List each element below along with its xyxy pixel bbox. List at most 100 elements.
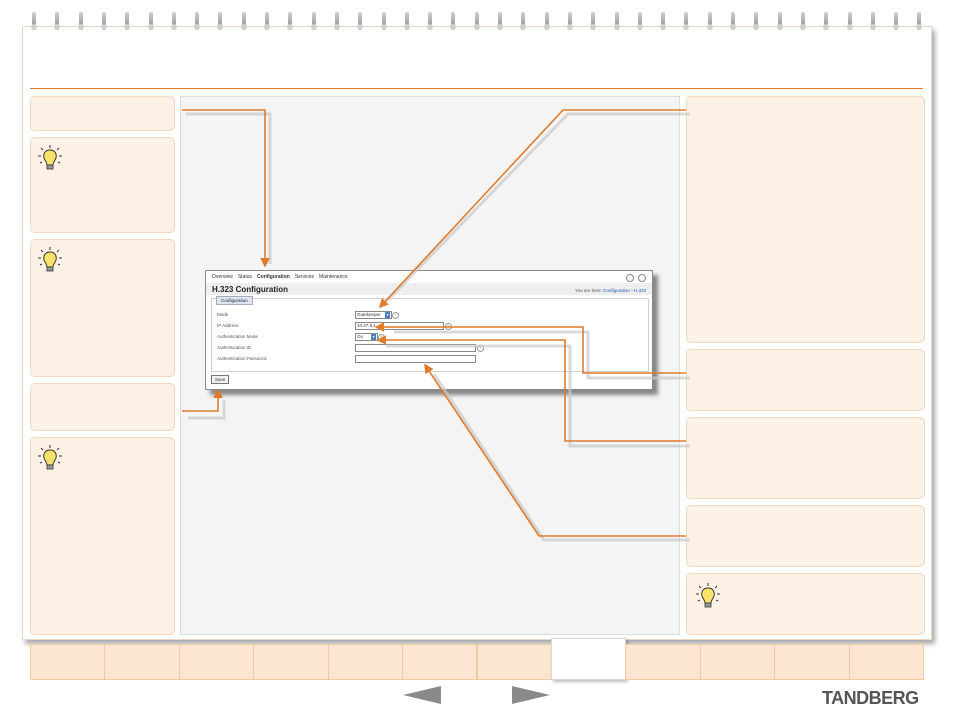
binder-ring — [869, 12, 876, 30]
binder-ring — [450, 12, 457, 30]
binder-ring — [846, 12, 853, 30]
binder-ring — [636, 12, 643, 30]
binder-ring — [730, 12, 736, 30]
breadcrumb-separator: › — [631, 288, 633, 293]
binder-ring — [31, 12, 37, 30]
binder-ring — [333, 12, 340, 30]
auth-id-input[interactable] — [355, 344, 476, 352]
binder-ring — [147, 12, 154, 30]
left-tip-box-2 — [30, 239, 175, 377]
right-note-box-1 — [686, 96, 925, 343]
binder-ring — [357, 12, 364, 30]
tip-link-2[interactable] — [37, 211, 67, 219]
right-note-box-3 — [686, 417, 925, 499]
binder-ring — [683, 12, 690, 30]
page-title: H.323 Configuration — [212, 285, 289, 294]
binder-ring — [100, 12, 107, 30]
chapter-tab[interactable] — [104, 644, 180, 680]
right-tip-box — [686, 573, 925, 635]
lightbulb-icon — [38, 445, 62, 470]
breadcrumb-prefix: You are here: — [575, 288, 602, 293]
chapter-tab[interactable] — [699, 644, 776, 680]
next-arrow-icon[interactable] — [512, 686, 550, 704]
configuration-panel: Configuration Mode Gatekeeper ? IP Addre… — [211, 296, 649, 372]
binder-ring — [264, 12, 270, 30]
binder-ring — [753, 12, 760, 30]
chapter-tab[interactable] — [253, 644, 329, 680]
lightbulb-icon — [38, 247, 62, 272]
breadcrumb-page[interactable]: H.323 — [634, 288, 646, 293]
chapter-tab[interactable] — [30, 644, 106, 680]
ip-help-icon[interactable]: ? — [445, 323, 452, 330]
auth-password-input[interactable] — [355, 355, 476, 363]
binder-ring — [497, 12, 503, 30]
left-tip-box-3 — [30, 437, 175, 635]
binder-ring — [566, 12, 573, 30]
ip-address-input[interactable]: 10.47.9.1 — [355, 322, 444, 330]
top-icons — [626, 274, 646, 282]
binder-ring — [823, 12, 830, 30]
binder-ring — [520, 12, 527, 30]
binder-ring — [799, 12, 806, 30]
auth-id-label: Authentication ID — [217, 345, 252, 350]
binder-ring — [170, 12, 177, 30]
binder-ring — [287, 12, 294, 30]
binder-ring — [124, 12, 131, 30]
binder-ring — [54, 12, 61, 30]
auth-mode-label: Authentication Mode — [217, 334, 259, 339]
binder-ring — [706, 12, 713, 30]
chapter-tab[interactable] — [476, 644, 552, 680]
left-tip-box-1 — [30, 137, 175, 233]
binder-ring — [403, 12, 410, 30]
prev-arrow-icon[interactable] — [403, 686, 441, 704]
chapter-tab[interactable] — [327, 644, 404, 680]
binder-ring — [380, 12, 387, 30]
menu-configuration[interactable]: Configuration — [257, 274, 290, 280]
menu-maintenance[interactable]: Maintenance — [319, 274, 348, 280]
mode-help-icon[interactable]: ? — [392, 312, 399, 319]
chapter-tabs — [30, 638, 924, 682]
binder-ring — [893, 12, 900, 30]
binder-ring — [613, 12, 620, 30]
chapter-tab[interactable] — [625, 644, 701, 680]
auth-mode-help-icon[interactable]: ? — [378, 334, 385, 341]
auth-mode-select[interactable]: On — [355, 333, 378, 341]
lightbulb-icon — [38, 145, 62, 170]
help-icon[interactable] — [626, 274, 634, 282]
menu-overview[interactable]: Overview — [212, 274, 233, 280]
chapter-tab[interactable] — [178, 644, 255, 680]
chapter-tab[interactable] — [848, 644, 924, 680]
brand-logo: TANDBERG — [822, 688, 919, 708]
binder-ring — [660, 12, 667, 30]
binder-ring — [590, 12, 597, 30]
panel-label: Configuration — [216, 296, 253, 305]
left-note-box-1 — [30, 96, 175, 131]
header-divider — [30, 88, 923, 89]
chapter-tab[interactable] — [550, 638, 627, 680]
save-button[interactable]: Save — [211, 375, 230, 384]
binder-ring — [543, 12, 550, 30]
ip-address-label: IP Address — [217, 323, 239, 328]
chapter-tab[interactable] — [402, 644, 478, 680]
binder-ring — [217, 12, 224, 30]
right-note-box-4 — [686, 505, 925, 567]
mode-select[interactable]: Gatekeeper — [355, 311, 392, 319]
binder-ring — [77, 12, 84, 30]
main-menu: Overview Status Configuration Services M… — [212, 274, 348, 280]
binder-ring — [194, 12, 201, 30]
chapter-tab[interactable] — [774, 644, 850, 680]
binder-ring — [427, 12, 434, 30]
auth-password-label: Authentication Password — [217, 356, 267, 361]
tip-link-1[interactable] — [78, 200, 138, 208]
logout-icon[interactable] — [638, 274, 646, 282]
breadcrumb: You are here: Configuration › H.323 — [575, 288, 646, 293]
left-note-box-2 — [30, 383, 175, 431]
menu-status[interactable]: Status — [238, 274, 252, 280]
mode-label: Mode — [217, 312, 229, 317]
binder-ring — [776, 12, 783, 30]
breadcrumb-section[interactable]: Configuration — [603, 288, 630, 293]
binder-ring — [310, 12, 317, 30]
menu-services[interactable]: Services — [295, 274, 314, 280]
auth-id-help-icon[interactable]: ? — [477, 345, 484, 352]
binder-ring — [473, 12, 480, 30]
